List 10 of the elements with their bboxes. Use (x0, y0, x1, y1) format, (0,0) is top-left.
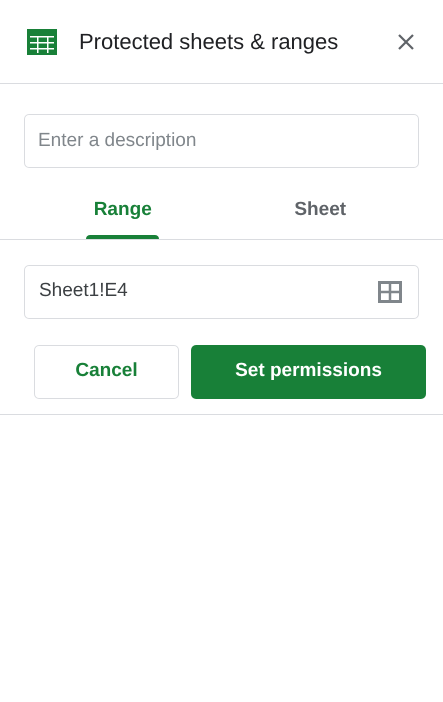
range-field[interactable]: Sheet1!E4 (24, 264, 419, 318)
panel-title: Protected sheets & ranges (79, 28, 338, 56)
range-value: Sheet1!E4 (39, 279, 128, 304)
spreadsheet-icon (27, 28, 57, 54)
grid-icon[interactable] (378, 280, 402, 302)
cancel-button[interactable]: Cancel (34, 344, 179, 398)
tab[interactable]: Range (24, 190, 222, 238)
tab[interactable]: Sheet (222, 190, 419, 238)
set-permissions-button[interactable]: Set permissions (191, 344, 426, 398)
description-field[interactable]: Enter a description (24, 114, 419, 168)
